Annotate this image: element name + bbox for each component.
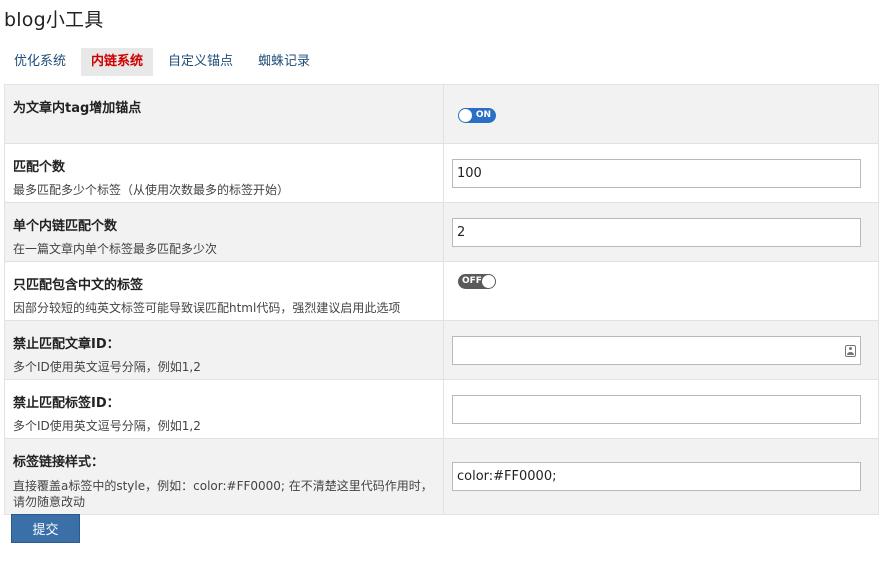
setting-label-cell: 匹配个数 最多匹配多少个标签（从使用次数最多的标签开始） [4, 143, 444, 203]
tag-anchor-toggle[interactable]: ON [458, 107, 496, 123]
setting-title: 单个内链匹配个数 [13, 219, 118, 234]
setting-description: 直接覆盖a标签中的style，例如：color:#FF0000; 在不清楚这里代… [13, 479, 433, 509]
setting-control-cell: 2 [443, 202, 879, 262]
exclude-tag-ids-input[interactable] [452, 394, 861, 424]
setting-label-cell: 禁止匹配文章ID： 多个ID使用英文逗号分隔，例如1,2 [4, 320, 444, 380]
settings-table: 为文章内tag增加锚点 ON 匹配个数 最多匹配多少个标签（从使用次数最多的标签… [4, 84, 879, 515]
toggle-knob [482, 274, 495, 288]
setting-title: 匹配个数 [13, 160, 66, 175]
setting-description: 多个ID使用英文逗号分隔，例如1,2 [13, 360, 201, 374]
toggle-knob [459, 108, 472, 122]
page-title: blog小工具 [4, 9, 104, 31]
input-value: 2 [457, 224, 466, 240]
setting-description: 在一篇文章内单个标签最多匹配多少次 [13, 242, 218, 256]
setting-label-cell: 为文章内tag增加锚点 [4, 84, 444, 144]
tab-bar: 优化系统 内链系统 自定义锚点 蜘蛛记录 [4, 48, 325, 76]
setting-control-cell [443, 320, 879, 380]
setting-control-cell: ON [443, 84, 879, 144]
chinese-only-toggle[interactable]: OFF [458, 273, 496, 289]
match-count-input[interactable]: 100 [452, 158, 861, 188]
setting-row-exclude-tag-ids: 禁止匹配标签ID： 多个ID使用英文逗号分隔，例如1,2 [4, 379, 879, 439]
submit-button[interactable]: 提交 [11, 514, 80, 543]
single-link-count-input[interactable]: 2 [452, 217, 861, 247]
setting-row-link-style: 标签链接样式： 直接覆盖a标签中的style，例如：color:#FF0000;… [4, 438, 879, 515]
tab-internal-links[interactable]: 内链系统 [81, 48, 154, 76]
toggle-state-label: OFF [462, 275, 482, 286]
setting-title: 只匹配包含中文的标签 [13, 278, 144, 293]
setting-title: 为文章内tag增加锚点 [13, 101, 142, 116]
link-style-input[interactable]: color:#FF0000; [452, 462, 861, 491]
tab-optimization[interactable]: 优化系统 [4, 48, 76, 76]
setting-title: 禁止匹配标签ID： [13, 396, 120, 411]
tab-spider-log[interactable]: 蜘蛛记录 [248, 48, 320, 76]
setting-title: 禁止匹配文章ID： [13, 337, 120, 352]
setting-label-cell: 只匹配包含中文的标签 因部分较短的纯英文标签可能导致误匹配html代码，强烈建议… [4, 261, 444, 321]
input-value: color:#FF0000; [457, 469, 557, 484]
setting-title: 标签链接样式： [13, 455, 105, 470]
setting-row-exclude-post-ids: 禁止匹配文章ID： 多个ID使用英文逗号分隔，例如1,2 [4, 320, 879, 380]
setting-control-cell: OFF [443, 261, 879, 321]
input-value: 100 [457, 165, 482, 181]
setting-row-tag-anchor: 为文章内tag增加锚点 ON [4, 84, 879, 144]
setting-row-chinese-only: 只匹配包含中文的标签 因部分较短的纯英文标签可能导致误匹配html代码，强烈建议… [4, 261, 879, 321]
setting-control-cell: color:#FF0000; [443, 438, 879, 515]
toggle-state-label: ON [475, 109, 491, 120]
setting-label-cell: 标签链接样式： 直接覆盖a标签中的style，例如：color:#FF0000;… [4, 438, 444, 515]
setting-label-cell: 单个内链匹配个数 在一篇文章内单个标签最多匹配多少次 [4, 202, 444, 262]
setting-description: 最多匹配多少个标签（从使用次数最多的标签开始） [13, 183, 290, 197]
setting-description: 因部分较短的纯英文标签可能导致误匹配html代码，强烈建议启用此选项 [13, 301, 401, 315]
setting-control-cell [443, 379, 879, 439]
setting-label-cell: 禁止匹配标签ID： 多个ID使用英文逗号分隔，例如1,2 [4, 379, 444, 439]
tab-custom-anchors[interactable]: 自定义锚点 [158, 48, 243, 76]
setting-description: 多个ID使用英文逗号分隔，例如1,2 [13, 419, 201, 433]
setting-row-match-count: 匹配个数 最多匹配多少个标签（从使用次数最多的标签开始） 100 [4, 143, 879, 203]
setting-control-cell: 100 [443, 143, 879, 203]
setting-row-single-link-count: 单个内链匹配个数 在一篇文章内单个标签最多匹配多少次 2 [4, 202, 879, 262]
contact-card-icon[interactable] [845, 344, 856, 357]
exclude-post-ids-input[interactable] [452, 335, 861, 365]
